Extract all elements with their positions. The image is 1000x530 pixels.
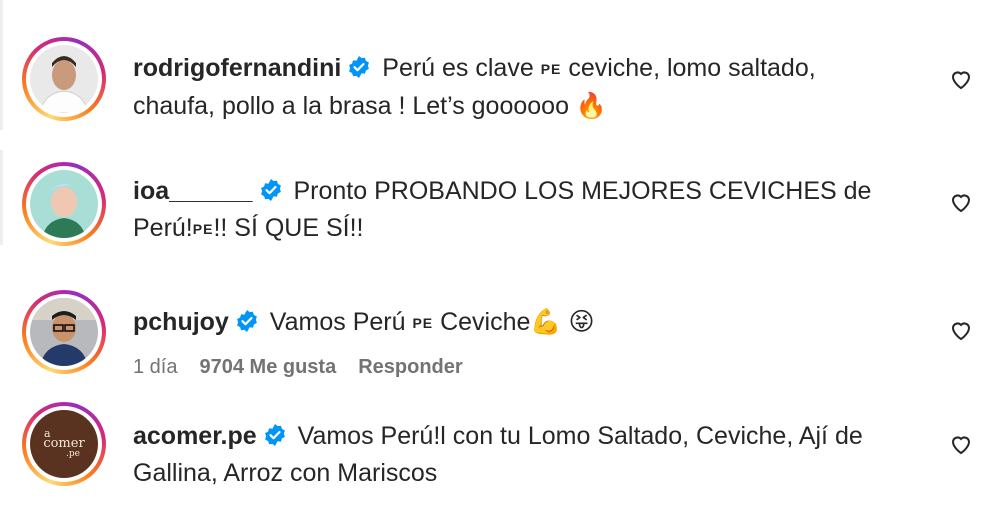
avatar[interactable] [22, 37, 106, 121]
flex-and-tongue-emoji-icon: 💪 😝 [530, 308, 595, 336]
comment-username[interactable]: rodrigofernandini [133, 54, 341, 82]
logo-text: comer [43, 436, 85, 451]
comment-username[interactable]: ioa______ [133, 177, 253, 205]
flag-icon: PE [412, 315, 434, 331]
comment-body-b: Ceviche [433, 308, 531, 336]
comment-body-a: Vamos Perú [262, 308, 413, 336]
avatar[interactable] [22, 290, 106, 374]
man-avatar-image [30, 298, 98, 366]
comment-likes[interactable]: 9704 Me gusta [199, 356, 336, 378]
verified-badge-icon [349, 56, 370, 78]
heart-outline-icon[interactable] [948, 432, 974, 456]
logo-text: .pe [66, 449, 80, 459]
comment-body-b: !! SÍ QUE SÍ!! [213, 214, 364, 242]
comment-time[interactable]: 1 día [133, 356, 177, 378]
acomer-logo-image: a comer .pe [30, 410, 98, 478]
comment-text: ioa______ Pronto PROBANDO LOS MEJORES CE… [133, 173, 903, 248]
illustrated-avatar-image [30, 170, 98, 238]
comment-item: a comer .pe acomer.pe Vamos Perú!l con t… [0, 400, 1000, 530]
avatar[interactable]: a comer .pe [22, 402, 106, 486]
comment-item: pchujoy Vamos Perú PE Ceviche💪 😝 1 día 97… [0, 270, 1000, 400]
flag-icon: PE [192, 221, 214, 237]
comment-item: rodrigofernandini Perú es clave PE cevic… [0, 0, 1000, 140]
heart-outline-icon[interactable] [948, 67, 974, 91]
verified-badge-icon [260, 179, 281, 201]
fire-emoji-icon: 🔥 [575, 92, 608, 120]
comment-body-a: Perú es clave [375, 54, 541, 82]
comment-username[interactable]: acomer.pe [133, 422, 257, 450]
comment-item: ioa______ Pronto PROBANDO LOS MEJORES CE… [0, 140, 1000, 270]
flag-icon: PE [540, 61, 562, 77]
comment-text: acomer.pe Vamos Perú!l con tu Lomo Salta… [133, 418, 903, 492]
comment-username[interactable]: pchujoy [133, 308, 229, 336]
heart-outline-icon[interactable] [948, 190, 974, 214]
avatar[interactable] [22, 162, 106, 246]
chef-avatar-image [30, 45, 98, 113]
comment-text: rodrigofernandini Perú es clave PE cevic… [133, 50, 903, 125]
verified-badge-icon [236, 310, 257, 332]
comment-text: pchujoy Vamos Perú PE Ceviche💪 😝 [133, 304, 903, 342]
comment-meta: 1 día 9704 Me gusta Responder [133, 356, 485, 379]
reply-button[interactable]: Responder [358, 356, 462, 378]
heart-outline-icon[interactable] [948, 318, 974, 342]
verified-badge-icon [264, 424, 285, 446]
